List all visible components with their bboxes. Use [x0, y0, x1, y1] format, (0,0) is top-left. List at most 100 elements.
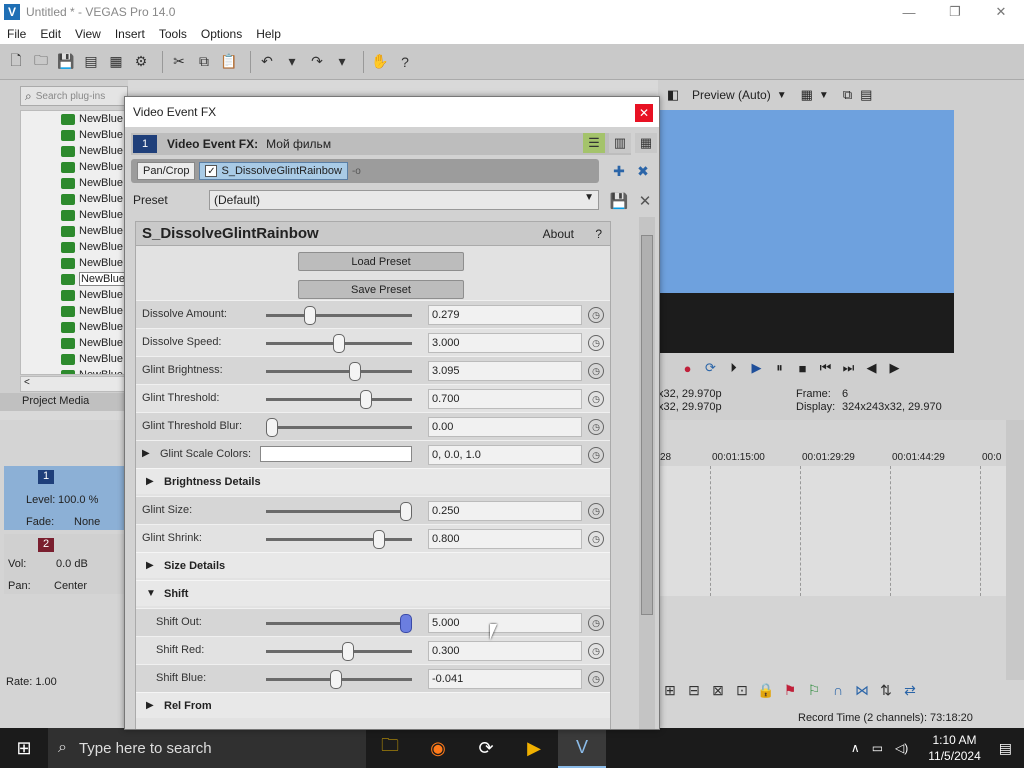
go-to-end-icon[interactable]: ⏭ — [837, 360, 860, 376]
param-value-input[interactable]: 0.279 — [428, 305, 582, 325]
param-value-input[interactable]: 5.000 — [428, 613, 582, 633]
animate-clock-icon[interactable]: ◷ — [588, 447, 604, 463]
slider-thumb[interactable] — [349, 362, 362, 381]
level-value[interactable]: 100.0 % — [58, 494, 98, 506]
bypass-checkbox[interactable]: ✓ — [205, 165, 218, 177]
file-explorer-icon[interactable]: 🗀 — [366, 728, 414, 768]
network-icon[interactable]: ▭ — [872, 741, 883, 755]
loop-icon[interactable]: ⟳ — [699, 360, 722, 376]
tool-icon[interactable]: ✋ — [370, 52, 390, 72]
vegas-taskbar-icon[interactable]: V — [558, 728, 606, 768]
vol-value[interactable]: 0.0 dB — [56, 558, 88, 570]
slider-thumb[interactable] — [359, 390, 372, 409]
slider-thumb[interactable] — [373, 530, 386, 549]
auto-ripple-icon[interactable]: ⋈ — [850, 682, 874, 699]
save-preset-button[interactable]: Save Preset — [298, 280, 464, 299]
animate-clock-icon[interactable]: ◷ — [588, 419, 604, 435]
animate-clock-icon[interactable]: ◷ — [588, 363, 604, 379]
tray-chevron-up-icon[interactable]: ∧ — [851, 741, 860, 755]
tree-item-newblue[interactable]: NewBlue — [21, 207, 127, 223]
tree-item-newblue[interactable]: NewBlue — [21, 271, 127, 287]
timeline-tracks-canvas[interactable] — [658, 466, 1008, 596]
animate-clock-icon[interactable]: ◷ — [588, 503, 604, 519]
param-value-input[interactable]: 0.00 — [428, 417, 582, 437]
tab-project-media[interactable]: Project Media — [0, 393, 128, 411]
ripple-mode-icon[interactable]: ⇅ — [874, 682, 898, 699]
grid-view-icon[interactable]: ▦ — [635, 133, 657, 153]
param-slider[interactable] — [266, 642, 412, 661]
slider-thumb[interactable] — [330, 670, 343, 689]
copy-snapshot-icon[interactable]: ⧉ — [843, 87, 852, 103]
save-icon[interactable]: 💾 — [56, 52, 76, 72]
animate-clock-icon[interactable]: ◷ — [588, 335, 604, 351]
properties-gear-icon[interactable]: ⚙ — [131, 52, 151, 72]
selection-tool-icon[interactable]: ⊠ — [706, 682, 730, 699]
fade-value[interactable]: None — [74, 516, 100, 528]
param-value-input[interactable]: -0.041 — [428, 669, 582, 689]
tree-item-newblue[interactable]: NewBlue — [21, 127, 127, 143]
tree-item-newblue[interactable]: NewBlue — [21, 335, 127, 351]
close-dialog-button[interactable]: ✕ — [635, 104, 653, 122]
windows-start-icon[interactable]: ⊞ — [0, 728, 48, 768]
plugin-search-input[interactable]: ⌕ Search plug-ins — [20, 86, 128, 106]
menu-insert[interactable]: Insert — [108, 27, 152, 41]
slider-thumb[interactable] — [400, 502, 412, 521]
tree-item-newblue[interactable]: NewBlue — [21, 223, 127, 239]
animate-clock-icon[interactable]: ◷ — [588, 643, 604, 659]
save-preset-icon[interactable]: 💾 — [609, 191, 629, 211]
overlays-grid-icon[interactable]: ▦ — [801, 87, 813, 103]
tree-item-newblue[interactable]: NewBlue — [21, 111, 127, 127]
animate-clock-icon[interactable]: ◷ — [588, 671, 604, 687]
tree-item-newblue[interactable]: NewBlue — [21, 159, 127, 175]
cut-icon[interactable]: ✂ — [169, 52, 189, 72]
menu-file[interactable]: File — [0, 27, 33, 41]
param-slider[interactable] — [266, 614, 412, 633]
plugin-chain-add-icon[interactable]: ✚ — [609, 161, 629, 181]
lock-envelopes-icon[interactable]: ⇄ — [898, 682, 922, 699]
save-as-icon[interactable]: ▤ — [81, 52, 101, 72]
about-link[interactable]: About — [543, 227, 574, 241]
tree-item-newblue[interactable]: NewBlue — [21, 191, 127, 207]
timeline-ruler[interactable]: 28 00:01:15:00 00:01:29:29 00:01:44:29 0… — [658, 450, 1008, 466]
undo-icon[interactable]: ↶ — [257, 52, 277, 72]
taskbar-search-input[interactable]: ⌕ Type here to search — [48, 728, 366, 768]
param-value-input[interactable]: 0, 0.0, 1.0 — [428, 445, 582, 465]
section-brightness-details[interactable]: ▶ Brightness Details — [136, 468, 610, 494]
pan-value[interactable]: Center — [54, 580, 87, 592]
volume-icon[interactable]: ◁) — [895, 741, 908, 755]
delete-preset-icon[interactable]: ✕ — [635, 191, 655, 211]
slider-thumb[interactable] — [303, 306, 316, 325]
columns-view-icon[interactable]: ▥ — [609, 133, 631, 153]
firefox-icon[interactable]: ◉ — [414, 728, 462, 768]
animate-clock-icon[interactable]: ◷ — [588, 615, 604, 631]
param-value-input[interactable]: 3.095 — [428, 361, 582, 381]
param-slider[interactable] — [266, 390, 412, 409]
region-icon[interactable]: ⚐ — [802, 682, 826, 699]
param-slider[interactable] — [266, 502, 412, 521]
animate-clock-icon[interactable]: ◷ — [588, 531, 604, 547]
next-frame-icon[interactable]: ▶ — [883, 360, 906, 376]
param-value-input[interactable]: 0.300 — [428, 641, 582, 661]
chain-item-pan-crop[interactable]: Pan/Crop — [137, 162, 196, 180]
record-icon[interactable]: ● — [676, 361, 699, 376]
tree-item-newblue[interactable]: NewBlue — [21, 175, 127, 191]
tree-item-newblue[interactable]: NewBlue — [21, 255, 127, 271]
tree-item-newblue[interactable]: NewBlue — [21, 287, 127, 303]
track-video-1[interactable]: 1 Level: 100.0 % Fade: None — [4, 466, 126, 530]
animate-clock-icon[interactable]: ◷ — [588, 391, 604, 407]
slider-thumb[interactable] — [400, 614, 412, 633]
plugin-tree[interactable]: NewBlue NewBlue NewBlue NewBlue NewBlue NewBl… — [20, 110, 128, 375]
stop-icon[interactable]: ■ — [791, 361, 814, 376]
animate-clock-icon[interactable]: ◷ — [588, 307, 604, 323]
timeline-vscrollbar[interactable] — [1006, 420, 1024, 680]
expand-triangle-icon[interactable]: ▶ — [142, 448, 150, 459]
new-file-icon[interactable]: 🗋 — [6, 52, 26, 72]
prev-frame-icon[interactable]: ◀ — [860, 360, 883, 376]
open-folder-icon[interactable]: 🗀 — [31, 52, 51, 72]
play-from-start-icon[interactable]: ⏵ — [722, 360, 745, 376]
section-shift[interactable]: ▼ Shift — [136, 580, 610, 606]
load-preset-button[interactable]: Load Preset — [298, 252, 464, 271]
close-window-button[interactable]: ✕ — [978, 0, 1024, 24]
marker-icon[interactable]: ⚑ — [778, 682, 802, 699]
tree-item-newblue[interactable]: NewBlue — [21, 319, 127, 335]
